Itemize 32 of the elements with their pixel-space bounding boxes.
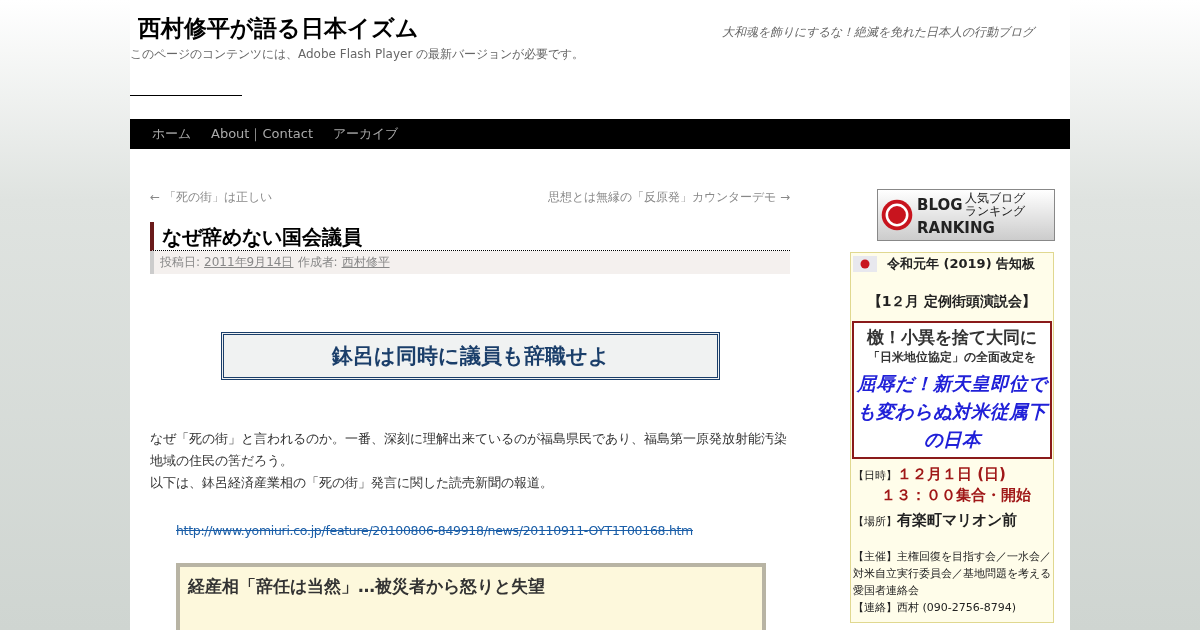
next-post-link[interactable]: 思想とは無縁の「反原発」カウンターデモ → [548,189,790,206]
meta-label: 作成者: [297,254,338,271]
banner-text: RANKING [917,218,996,238]
contact-text: 【連絡】西村 (090-2756-8794) [852,600,1017,616]
poster-heading: 檄！小異を捨て大同に [867,326,1037,349]
paragraph: なぜ「死の街」と言われるのか。一番、深刻に理解出来ているのが福島県民であり、福島第一原発放射能汚染地域の住民の筈だろう。 [150,430,788,470]
place-label: 【場所】 [853,514,897,529]
quote-title: 経産相「辞任は当然」…被災者から怒りと失望 [188,576,545,596]
site-title[interactable]: 西村修平が語る日本イズム [138,12,419,44]
previous-post-link[interactable]: ← 「死の街」は正しい [150,189,272,206]
nav-link[interactable]: ホーム [142,125,201,143]
nav-link[interactable]: About｜Contact [201,125,323,143]
notice-title: 令和元年 (2019) 告知板 [887,255,1036,273]
date-label: 【日時】 [853,468,897,483]
nav-link[interactable]: アーカイブ [323,125,408,143]
paragraph: 以下は、鉢呂経済産業相の「死の街」発言に関した読売新聞の報道。 [150,474,554,492]
poster-slogan: 屈辱だ！新天皇即位でも変わらぬ対米従属下の日本 [856,370,1048,454]
event-place: 有楽町マリオン前 [897,511,1017,530]
meta-label: 投稿日: [160,254,201,271]
event-title: 【1２月 定例街頭演説会】 [866,293,1038,311]
article-link[interactable]: http://www.yomiuri.co.jp/feature/20100806-849918/news/20110911-OYT1T00168.htm [176,523,693,538]
banner-text: BLOG [917,195,963,215]
flag-icon [853,256,877,272]
banner-small-text: 人気ブログランキング [964,192,1026,218]
event-time: １３：００集合・開始 [880,486,1032,505]
poster-subheading: 「日米地位協定」の全面改定を [868,349,1036,366]
r-logo-icon [880,198,914,232]
event-date: １２月１日 (日) [897,465,1006,484]
flash-notice: このページのコンテンツには、Adobe Flash Player の最新バージョンが必要です。 [130,46,586,63]
organizer-text: 【主催】主権回復を目指す会／一水会／対米自立実行委員会／基地問題を考える愛国者連絡会 [852,549,1052,599]
headline-text: 鉢呂は同時に議員も辞職せよ [331,343,610,370]
site-tagline: 大和魂を飾りにするな！絶滅を免れた日本人の行動ブログ [722,24,1034,41]
